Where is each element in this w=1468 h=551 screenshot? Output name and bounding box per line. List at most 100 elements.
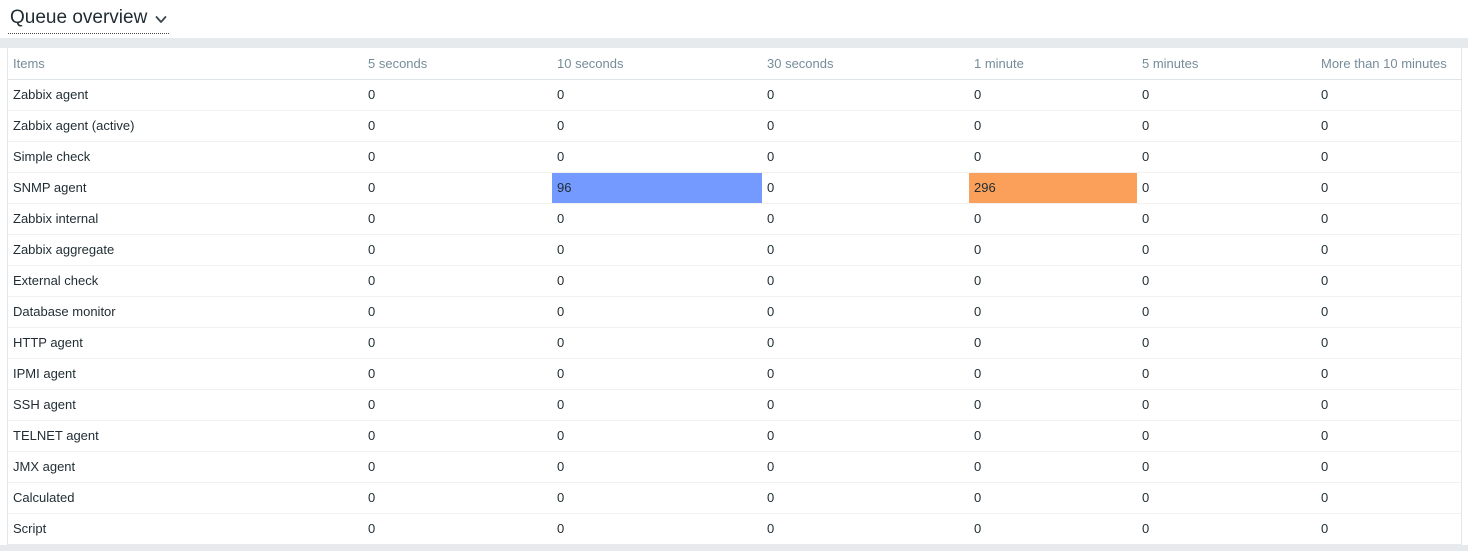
queue-count-cell: 0	[969, 203, 1137, 235]
table-row: Script 0 0 0 0 0 0	[8, 513, 1461, 545]
queue-count-cell: 0	[762, 389, 969, 421]
queue-count-cell: 0	[969, 513, 1137, 545]
queue-count-cell: 0	[552, 513, 762, 545]
item-type-label: SNMP agent	[8, 172, 363, 204]
column-header-5-seconds: 5 seconds	[363, 48, 552, 80]
queue-count-cell: 0	[1137, 265, 1316, 297]
queue-count-cell: 0	[552, 110, 762, 142]
queue-count-cell: 0	[1316, 234, 1461, 266]
queue-count-cell: 0	[552, 420, 762, 452]
queue-count-cell: 0	[1316, 513, 1461, 545]
queue-count-cell: 0	[762, 451, 969, 483]
queue-count-cell: 0	[363, 420, 552, 452]
queue-count-cell: 0	[363, 141, 552, 173]
queue-count-cell: 0	[762, 265, 969, 297]
queue-count-cell: 0	[762, 327, 969, 359]
table-row: Zabbix internal 0 0 0 0 0 0	[8, 203, 1461, 235]
queue-count-cell: 0	[762, 234, 969, 266]
queue-count-cell: 0	[1137, 141, 1316, 173]
queue-count-cell: 0	[1137, 358, 1316, 390]
queue-count-cell: 0	[552, 203, 762, 235]
queue-count-cell: 0	[1316, 265, 1461, 297]
item-type-label: TELNET agent	[8, 420, 363, 452]
queue-count-cell: 0	[363, 389, 552, 421]
queue-count-cell: 0	[969, 358, 1137, 390]
queue-count-cell: 0	[1137, 110, 1316, 142]
chevron-down-icon	[155, 15, 167, 24]
column-header-items: Items	[8, 48, 363, 80]
item-type-label: HTTP agent	[8, 327, 363, 359]
queue-count-cell: 0	[1137, 234, 1316, 266]
queue-count-cell: 0	[969, 327, 1137, 359]
item-type-label: Zabbix internal	[8, 203, 363, 235]
page-background-band-top	[0, 38, 1468, 48]
queue-count-cell: 0	[552, 234, 762, 266]
table-row: External check 0 0 0 0 0 0	[8, 265, 1461, 297]
queue-count-cell: 0	[363, 265, 552, 297]
queue-count-cell: 0	[762, 172, 969, 204]
table-row: Zabbix agent 0 0 0 0 0 0	[8, 79, 1461, 111]
queue-count-cell: 0	[1137, 389, 1316, 421]
column-header-10-seconds: 10 seconds	[552, 48, 762, 80]
queue-count-cell: 0	[969, 451, 1137, 483]
item-type-label: Database monitor	[8, 296, 363, 328]
queue-count-cell: 0	[363, 482, 552, 514]
queue-count-cell: 0	[552, 358, 762, 390]
queue-count-cell: 0	[969, 296, 1137, 328]
queue-count-cell: 0	[1316, 296, 1461, 328]
queue-overview-dropdown[interactable]: Queue overview	[8, 7, 170, 34]
table-row: SSH agent 0 0 0 0 0 0	[8, 389, 1461, 421]
queue-count-cell: 0	[1137, 482, 1316, 514]
item-type-label: Zabbix agent	[8, 79, 363, 111]
queue-count-cell: 0	[762, 358, 969, 390]
item-type-label: External check	[8, 265, 363, 297]
queue-count-cell: 0	[552, 327, 762, 359]
queue-count-cell: 0	[363, 513, 552, 545]
queue-count-cell: 0	[1316, 327, 1461, 359]
table-row: Calculated 0 0 0 0 0 0	[8, 482, 1461, 514]
queue-count-cell: 0	[762, 141, 969, 173]
queue-count-cell: 0	[1316, 482, 1461, 514]
item-type-label: Zabbix aggregate	[8, 234, 363, 266]
queue-count-cell: 0	[552, 451, 762, 483]
queue-count-cell: 0	[363, 234, 552, 266]
item-type-label: JMX agent	[8, 451, 363, 483]
queue-count-cell: 0	[762, 79, 969, 111]
queue-count-cell: 0	[762, 482, 969, 514]
item-type-label: IPMI agent	[8, 358, 363, 390]
queue-count-cell: 0	[1137, 296, 1316, 328]
queue-count-cell: 0	[762, 296, 969, 328]
queue-count-cell: 0	[552, 79, 762, 111]
queue-table-container: Items 5 seconds 10 seconds 30 seconds 1 minu…	[7, 48, 1462, 545]
queue-count-cell: 0	[1316, 79, 1461, 111]
table-row: TELNET agent 0 0 0 0 0 0	[8, 420, 1461, 452]
queue-count-cell: 0	[1316, 203, 1461, 235]
queue-count-cell: 0	[1137, 172, 1316, 204]
queue-count-cell: 0	[1137, 79, 1316, 111]
queue-count-cell: 0	[552, 296, 762, 328]
item-type-label: Script	[8, 513, 363, 545]
item-type-label: Simple check	[8, 141, 363, 173]
queue-count-cell: 0	[969, 389, 1137, 421]
column-header-more-than-10-minutes: More than 10 minutes	[1316, 48, 1461, 80]
queue-count-cell: 0	[762, 203, 969, 235]
queue-count-cell: 0	[1316, 420, 1461, 452]
queue-count-cell: 0	[363, 79, 552, 111]
item-type-label: SSH agent	[8, 389, 363, 421]
queue-count-cell: 0	[969, 420, 1137, 452]
page-background-band-bottom	[0, 544, 1468, 551]
queue-count-cell: 0	[552, 141, 762, 173]
table-row: HTTP agent 0 0 0 0 0 0	[8, 327, 1461, 359]
item-type-label: Zabbix agent (active)	[8, 110, 363, 142]
queue-count-cell: 0	[552, 265, 762, 297]
queue-count-cell: 0	[969, 141, 1137, 173]
queue-count-cell: 0	[1137, 203, 1316, 235]
queue-count-cell: 0	[552, 389, 762, 421]
queue-count-cell: 0	[363, 203, 552, 235]
queue-count-cell: 0	[1137, 513, 1316, 545]
column-header-1-minute: 1 minute	[969, 48, 1137, 80]
queue-count-cell: 0	[552, 482, 762, 514]
column-header-30-seconds: 30 seconds	[762, 48, 969, 80]
queue-count-cell: 0	[363, 451, 552, 483]
table-row: IPMI agent 0 0 0 0 0 0	[8, 358, 1461, 390]
